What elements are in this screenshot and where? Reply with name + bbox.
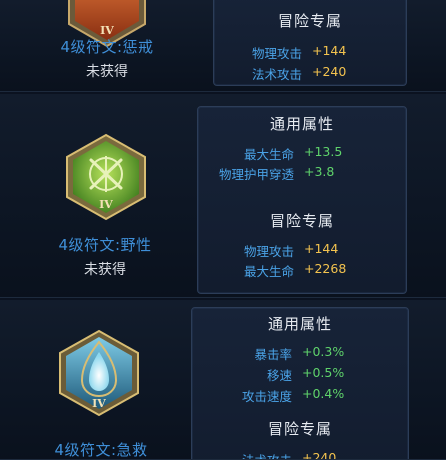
rune-status: 未获得 <box>86 64 128 80</box>
stat-value: +0.4% <box>302 386 345 401</box>
stat-label: 暴击率 <box>254 347 292 362</box>
stat-label: 法术攻击 <box>251 67 302 82</box>
svg-text:IV: IV <box>92 397 106 410</box>
rune-status: 未获得 <box>84 262 126 278</box>
rune-iv-blue-icon: IV <box>54 328 144 418</box>
stat-value: +3.8 <box>304 164 335 179</box>
general-panel: 通用属性 暴击率 +0.3% 移速 +0.5% 攻击速度 +0.4% 冒险专属 … <box>191 307 409 460</box>
stat-label: 物理攻击 <box>243 244 294 259</box>
stat-line: 法术攻击 +240 <box>214 64 406 84</box>
stat-value: +2268 <box>304 261 347 276</box>
stat-value: +144 <box>312 43 347 58</box>
section-title-general: 通用属性 <box>267 315 332 333</box>
stat-line: 最大生命 +2268 <box>198 261 406 281</box>
rune-name: 4级符文:惩戒 <box>60 38 154 56</box>
stat-label: 法术攻击 <box>242 450 292 460</box>
section-title-adventure: 冒险专属 <box>277 12 342 30</box>
section-title-general: 通用属性 <box>269 115 334 133</box>
rune-row-chengjie[interactable]: IV 4级符文:惩戒 未获得 冒险专属 物理攻击 +144 法术攻击 +240 <box>0 0 446 92</box>
stat-line: 最大生命 +13.5 <box>198 144 406 164</box>
stat-line: 法术攻击 +240 <box>192 450 408 460</box>
rune-name: 4级符文:野性 <box>58 236 152 254</box>
stat-label: 物理攻击 <box>251 46 302 61</box>
rune-row-jijiu[interactable]: IV 4级符文:急救 通用属性 暴击率 +0.3% 移速 +0.5% 攻击速度 … <box>0 300 446 460</box>
stat-label: 移速 <box>266 368 292 383</box>
stat-value: +13.5 <box>304 144 343 159</box>
stat-value: +0.5% <box>302 365 345 380</box>
rune-row-yexing[interactable]: IV 4级符文:野性 未获得 通用属性 最大生命 +13.5 物理护甲穿透 +3… <box>0 94 446 298</box>
stat-value: +0.3% <box>302 344 345 359</box>
stat-label: 物理护甲穿透 <box>218 167 294 182</box>
stat-line: 物理攻击 +144 <box>198 241 406 261</box>
rune-name: 4级符文:急救 <box>54 441 148 459</box>
stat-value: +240 <box>312 64 347 79</box>
section-title-adventure: 冒险专属 <box>269 212 334 230</box>
stat-line: 物理护甲穿透 +3.8 <box>198 164 406 184</box>
rune-iv-green-icon: IV <box>61 132 151 222</box>
stat-line: 移速 +0.5% <box>192 365 408 385</box>
stat-line: 攻击速度 +0.4% <box>192 386 408 406</box>
general-panel: 通用属性 最大生命 +13.5 物理护甲穿透 +3.8 冒险专属 物理攻击 +1… <box>197 106 407 294</box>
stat-line: 物理攻击 +144 <box>214 43 406 63</box>
adventure-panel: 冒险专属 物理攻击 +144 法术攻击 +240 <box>213 0 407 86</box>
svg-text:IV: IV <box>99 198 113 211</box>
stat-label: 最大生命 <box>243 264 294 279</box>
section-title-adventure: 冒险专属 <box>267 420 332 438</box>
stat-value: +144 <box>304 241 339 256</box>
stat-line: 暴击率 +0.3% <box>192 344 408 364</box>
stat-label: 最大生命 <box>243 147 294 162</box>
stat-label: 攻击速度 <box>241 389 292 404</box>
stat-value: +240 <box>302 450 337 460</box>
